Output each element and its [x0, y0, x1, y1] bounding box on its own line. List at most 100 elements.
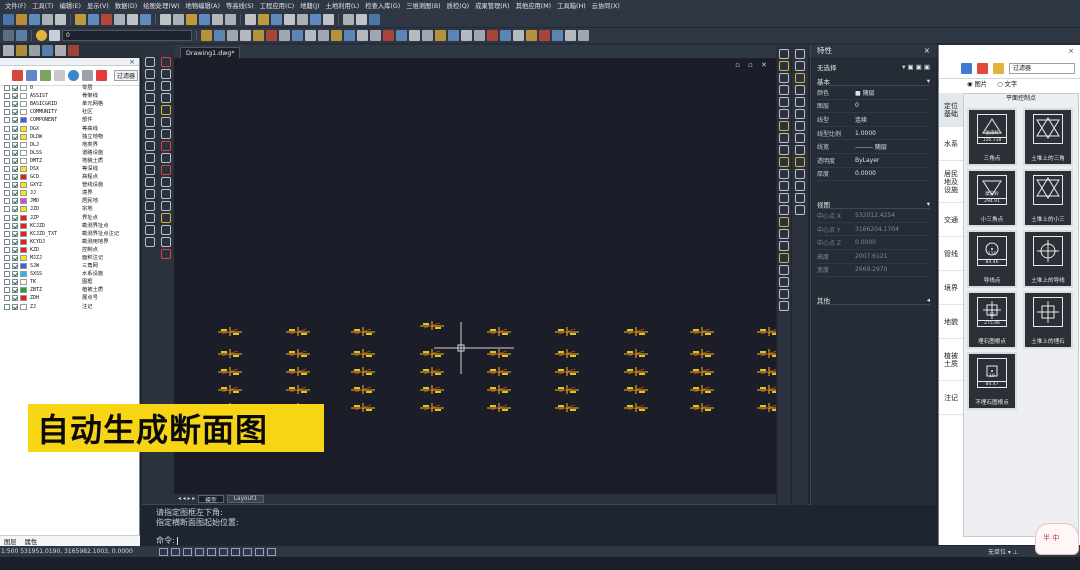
drawing-tool-icon[interactable] — [795, 193, 805, 203]
layer-filter-button[interactable]: 过滤器 — [114, 70, 139, 81]
symbol-category[interactable]: 植被土质 — [939, 339, 963, 381]
toolbar-tool-icon[interactable] — [310, 13, 321, 25]
drawing-tool-icon[interactable] — [795, 133, 805, 143]
property-row[interactable]: 厚度 0.0000 — [817, 168, 930, 182]
layer-color-swatch[interactable] — [20, 109, 27, 116]
layer-visible-checkbox[interactable] — [4, 198, 10, 205]
drawing-tool-icon[interactable] — [145, 57, 155, 67]
layer-row[interactable]: COMMUNITY 社区 — [4, 108, 136, 116]
drawing-tool-icon[interactable] — [161, 141, 171, 151]
layer-row[interactable]: 0 零层 — [4, 84, 136, 92]
menu-item[interactable]: 其他应用(M) — [513, 1, 555, 10]
drawing-tool-icon[interactable] — [145, 141, 155, 151]
drawing-tool-icon[interactable] — [145, 189, 155, 199]
section-view[interactable]: 视图 ▾ — [817, 199, 930, 210]
menu-item[interactable]: 显示(V) — [84, 1, 112, 10]
layer-color-swatch[interactable] — [20, 263, 27, 270]
globe-icon[interactable] — [68, 70, 79, 81]
layer-select-checkbox[interactable] — [12, 263, 18, 270]
drawing-tool-icon[interactable] — [779, 253, 789, 263]
drawing-tool-icon[interactable] — [779, 265, 789, 275]
menu-item[interactable]: 地物编辑(A) — [183, 1, 223, 10]
menu-item[interactable]: 等高线(S) — [223, 1, 257, 10]
symbol-category[interactable]: 交通 — [939, 203, 963, 237]
layer-row[interactable]: SXSS 水系设施 — [4, 270, 136, 278]
layer-select-checkbox[interactable] — [12, 157, 18, 164]
symbol-tile[interactable]: 土堆上的埋石 — [1023, 291, 1073, 349]
layer-visible-checkbox[interactable] — [4, 255, 10, 262]
layer-visible-checkbox[interactable] — [4, 101, 10, 108]
drawing-tool-icon[interactable] — [779, 205, 789, 215]
layer-row[interactable]: DLSS 道路设施 — [4, 149, 136, 157]
toolbar-tool-icon[interactable] — [343, 13, 354, 25]
drawing-tool-icon[interactable] — [779, 109, 789, 119]
close-icon[interactable]: × — [1068, 47, 1074, 55]
grid-toggle[interactable] — [158, 547, 168, 556]
layer-select-checkbox[interactable] — [12, 287, 18, 294]
locate-icon[interactable] — [961, 63, 972, 74]
toolbar-tool-icon[interactable] — [253, 30, 264, 41]
toolbar-tool-icon[interactable] — [29, 45, 40, 56]
drawing-tool-icon[interactable] — [779, 277, 789, 287]
symbol-category[interactable]: 境界 — [939, 271, 963, 305]
drawing-tool-icon[interactable] — [161, 213, 171, 223]
layer-row[interactable]: DSX 等深线 — [4, 165, 136, 173]
layer-row[interactable]: JZD 宗地 — [4, 205, 136, 213]
sun-icon[interactable] — [49, 30, 60, 41]
drawing-tool-icon[interactable] — [779, 97, 789, 107]
command-window[interactable]: 请指定图框左下角: 指定横断面图起始位置: 命令: — [142, 504, 810, 546]
drawing-tool-icon[interactable] — [779, 241, 789, 251]
drawing-tool-icon[interactable] — [161, 57, 171, 67]
layer-select-checkbox[interactable] — [12, 117, 18, 124]
layer-color-swatch[interactable] — [20, 190, 27, 197]
check-filter-icon[interactable] — [96, 70, 107, 81]
toolbar-tool-icon[interactable] — [245, 13, 256, 25]
toolbar-tool-icon[interactable] — [500, 30, 511, 41]
toolbar-tool-icon[interactable] — [461, 30, 472, 41]
layer-manager-icon[interactable] — [3, 30, 14, 41]
toolbar-tool-icon[interactable] — [186, 13, 197, 25]
layer-visible-checkbox[interactable] — [4, 303, 10, 310]
drawing-tool-icon[interactable] — [161, 93, 171, 103]
model-toggle[interactable] — [242, 547, 252, 556]
drawing-tool-icon[interactable] — [779, 85, 789, 95]
menu-item[interactable]: 质检(Q) — [444, 1, 472, 10]
settings-toggle[interactable] — [266, 547, 276, 556]
symbol-tile[interactable]: 116 84.46 导线点 — [967, 230, 1017, 288]
drawing-tool-icon[interactable] — [779, 49, 789, 59]
layer-row[interactable]: GXYZ 管线设施 — [4, 181, 136, 189]
layer-row[interactable]: KCJZD_TXT 勘测界址点注记 — [4, 230, 136, 238]
toolbar-tool-icon[interactable] — [409, 30, 420, 41]
layer-visible-checkbox[interactable] — [4, 109, 10, 116]
toolbar-tool-icon[interactable] — [565, 30, 576, 41]
drawing-tool-icon[interactable] — [795, 121, 805, 131]
lineweight-toggle[interactable] — [230, 547, 240, 556]
lightbulb-icon[interactable] — [36, 30, 47, 41]
layer-visible-checkbox[interactable] — [4, 295, 10, 302]
tab-layout1[interactable]: Layout1 — [226, 495, 265, 503]
layer-row[interactable]: KZD 控制点 — [4, 246, 136, 254]
layer-state-icon[interactable] — [40, 70, 51, 81]
toolbar-tool-icon[interactable] — [297, 13, 308, 25]
layer-visible-checkbox[interactable] — [4, 133, 10, 140]
layer-state-icon[interactable] — [16, 30, 27, 41]
layer-select-checkbox[interactable] — [12, 109, 18, 116]
drawing-tool-icon[interactable] — [779, 121, 789, 131]
toolbar-tool-icon[interactable] — [356, 13, 367, 25]
toolbar-tool-icon[interactable] — [513, 30, 524, 41]
toolbar-tool-icon[interactable] — [114, 13, 125, 25]
layer-row[interactable]: TK 图框 — [4, 278, 136, 286]
menu-item[interactable]: 工具(T) — [29, 1, 56, 10]
layer-color-swatch[interactable] — [20, 174, 27, 181]
layer-visible-checkbox[interactable] — [4, 149, 10, 156]
drawing-tool-icon[interactable] — [161, 153, 171, 163]
toolbar-tool-icon[interactable] — [422, 30, 433, 41]
layer-visible-checkbox[interactable] — [4, 125, 10, 132]
layer-color-swatch[interactable] — [20, 133, 27, 140]
toolbar-tool-icon[interactable] — [284, 13, 295, 25]
layer-visible-checkbox[interactable] — [4, 230, 10, 237]
toolbar-tool-icon[interactable] — [3, 13, 14, 25]
add-symbol-icon[interactable] — [977, 63, 988, 74]
property-row[interactable]: 宽度 2669.2970 — [817, 264, 930, 278]
drawing-tool-icon[interactable] — [161, 81, 171, 91]
